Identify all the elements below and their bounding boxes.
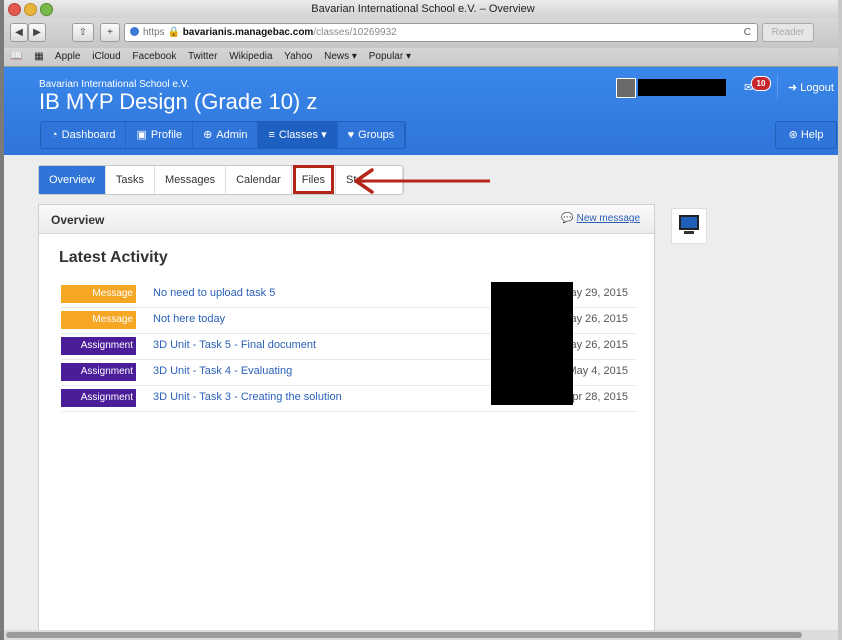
activity-list: Message No need to upload task 5 May 29,…	[61, 282, 636, 412]
nav-label: Dashboard	[61, 129, 116, 141]
activity-date: Apr 28, 2015	[565, 391, 628, 403]
id-card-icon: ▣	[136, 129, 147, 141]
close-window-button[interactable]	[8, 3, 21, 16]
activity-link[interactable]: 3D Unit - Task 4 - Evaluating	[153, 365, 292, 377]
nav-classes[interactable]: ≡ Classes ▾	[258, 122, 338, 148]
class-title: IB MYP Design (Grade 10) z	[39, 89, 318, 114]
latest-activity-heading: Latest Activity	[59, 249, 168, 266]
browser-window: Bavarian International School e.V. – Ove…	[4, 0, 842, 640]
title-bar: Bavarian International School e.V. – Ove…	[4, 0, 842, 18]
tab-overview[interactable]: Overview	[39, 166, 106, 194]
logout-label: Logout	[800, 82, 834, 94]
activity-link[interactable]: 3D Unit - Task 5 - Final document	[153, 339, 316, 351]
activity-link[interactable]: 3D Unit - Task 3 - Creating the solution	[153, 391, 342, 403]
chevron-down-icon: ▾	[321, 129, 327, 141]
notification-badge[interactable]: 10	[751, 76, 771, 91]
new-message-label: New message	[576, 213, 640, 224]
right-window-edge	[838, 0, 842, 640]
site-header: Bavarian International School e.V. IB MY…	[4, 67, 842, 155]
globe-icon	[130, 27, 139, 36]
tab-messages[interactable]: Messages	[154, 166, 227, 194]
annotation-arrow	[354, 168, 490, 194]
activity-link[interactable]: Not here today	[153, 313, 225, 325]
type-badge: Assignment	[61, 363, 136, 381]
redacted-username	[638, 79, 726, 96]
overview-panel-header: Overview 💬 New message	[39, 205, 654, 234]
lock-icon: 🔒	[167, 27, 180, 38]
bookmark-wikipedia[interactable]: Wikipedia	[229, 51, 272, 62]
top-sites-icon[interactable]: ▦	[34, 51, 43, 62]
forward-button[interactable]: ▶	[28, 23, 46, 42]
globe-icon: ⊕	[203, 129, 213, 141]
logout-link[interactable]: ➜ Logout	[788, 81, 834, 94]
type-badge: Assignment	[61, 389, 136, 407]
share-button[interactable]: ⇧	[72, 23, 94, 42]
list-icon: ≡	[268, 129, 275, 141]
zoom-window-button[interactable]	[40, 3, 53, 16]
type-badge: Message	[61, 311, 136, 329]
help-button[interactable]: ⊛ Help	[775, 121, 837, 149]
minimize-window-button[interactable]	[24, 3, 37, 16]
url-path: /classes/10269932	[313, 27, 397, 38]
avatar[interactable]	[616, 78, 636, 98]
reading-list-icon[interactable]: 📖	[10, 51, 22, 62]
main-nav: ◔ Dashboard ▣ Profile ⊕ Admin ≡ Classes ▾ ♥ G…	[40, 121, 407, 149]
url-host: bavarianis.managebac.com	[182, 27, 314, 38]
back-button[interactable]: ◀	[10, 23, 28, 42]
bookmarks-bar: 📖 ▦ Apple iCloud Facebook Twitter Wikipe…	[4, 48, 842, 67]
monitor-stand	[684, 231, 694, 234]
horizontal-scrollbar[interactable]	[4, 630, 842, 640]
bookmark-news[interactable]: News ▾	[324, 51, 357, 62]
nav-dashboard[interactable]: ◔ Dashboard	[41, 122, 127, 148]
tab-calendar[interactable]: Calendar	[226, 166, 292, 194]
nav-label: Groups	[358, 129, 395, 141]
reader-button[interactable]: Reader	[762, 23, 814, 42]
bookmark-yahoo[interactable]: Yahoo	[284, 51, 312, 62]
panel-title: Overview	[51, 213, 105, 227]
nav-admin[interactable]: ⊕ Admin	[193, 122, 259, 148]
nav-profile[interactable]: ▣ Profile	[126, 122, 194, 148]
monitor-icon	[671, 208, 707, 244]
nav-label: Profile	[150, 129, 183, 141]
address-bar[interactable]: https 🔒 bavarianis.managebac.com/classes…	[124, 23, 758, 42]
help-label: Help	[800, 129, 824, 141]
groups-icon: ♥	[347, 129, 355, 141]
type-badge: Assignment	[61, 337, 136, 355]
window-title: Bavarian International School e.V. – Ove…	[311, 3, 535, 15]
speech-bubble-icon: 💬	[561, 213, 574, 224]
annotation-highlight-box	[293, 165, 334, 194]
bookmark-icloud[interactable]: iCloud	[92, 51, 120, 62]
redacted-author-column	[491, 282, 573, 405]
clock-icon: ◔	[51, 129, 58, 141]
type-badge: Message	[61, 285, 136, 303]
bookmark-apple[interactable]: Apple	[55, 51, 81, 62]
bookmark-twitter[interactable]: Twitter	[188, 51, 217, 62]
activity-date: May 4, 2015	[567, 365, 628, 377]
logout-icon: ➜	[788, 82, 798, 94]
tab-tasks[interactable]: Tasks	[105, 166, 155, 194]
bookmark-facebook[interactable]: Facebook	[132, 51, 176, 62]
lifebuoy-icon: ⊛	[788, 129, 798, 141]
nav-label: Admin	[216, 129, 248, 141]
new-message-link[interactable]: 💬 New message	[561, 213, 640, 224]
header-divider	[777, 75, 778, 99]
browser-toolbar: ◀ ▶ ⇧ + https 🔒 bavarianis.managebac.com…	[4, 18, 842, 48]
web-page: Bavarian International School e.V. IB MY…	[4, 67, 842, 630]
monitor-screen	[679, 215, 699, 230]
nav-label: Classes	[278, 129, 319, 141]
activity-link[interactable]: No need to upload task 5	[153, 287, 275, 299]
bookmark-popular[interactable]: Popular ▾	[369, 51, 411, 62]
scrollbar-thumb[interactable]	[6, 632, 802, 638]
url-scheme: https	[143, 27, 165, 38]
overview-panel: Overview 💬 New message Latest Activity Me…	[38, 204, 655, 630]
reload-icon[interactable]: C	[744, 24, 751, 41]
add-bookmark-button[interactable]: +	[100, 23, 120, 42]
nav-groups[interactable]: ♥ Groups	[337, 122, 406, 148]
